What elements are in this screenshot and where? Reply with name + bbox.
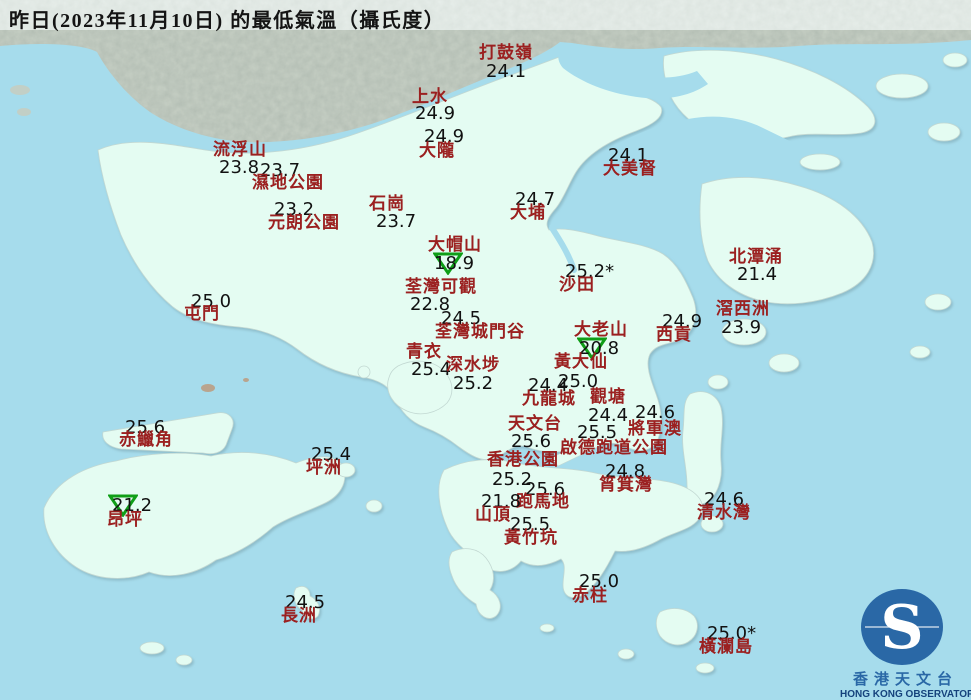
- hko-logo-name-zh: 香港天文台: [852, 672, 958, 688]
- station-name: 大隴: [419, 141, 455, 160]
- station-name: 大帽山: [428, 235, 482, 254]
- station-name: 濕地公園: [252, 173, 324, 192]
- hk-min-temp-map: 昨日(2023年11月10日) 的最低氣溫（攝氏度） 24.1 打鼓嶺 24.9 上水…: [0, 0, 971, 700]
- station-value: 23.9: [721, 317, 762, 338]
- station-value: 21.4: [737, 264, 778, 285]
- map-title: 昨日(2023年11月10日) 的最低氣溫（攝氏度）: [9, 10, 446, 32]
- station-name: 黃竹坑: [504, 528, 558, 547]
- station-name: 滘西洲: [716, 299, 770, 318]
- station-name: 大美督: [603, 159, 657, 178]
- station-value: 24.9: [415, 103, 456, 124]
- station-value: 23.7: [376, 211, 417, 232]
- station-name: 將軍澳: [628, 419, 682, 438]
- station-name: 昂坪: [107, 510, 143, 529]
- station-name: 荃灣可觀: [405, 277, 477, 296]
- station-value: 25.6: [511, 431, 552, 452]
- station-name: 天文台: [508, 414, 562, 433]
- station-name: 屯門: [184, 304, 220, 323]
- station-name: 青衣: [406, 342, 442, 361]
- station-name: 赤鱲角: [119, 430, 173, 449]
- station-name: 香港公園: [487, 450, 559, 469]
- station-name: 大老山: [574, 320, 628, 339]
- hko-logo-icon: S: [860, 589, 943, 665]
- station-value: 18.9: [434, 253, 475, 274]
- station-name: 西貢: [656, 325, 692, 344]
- station-name: 清水灣: [697, 503, 751, 522]
- station-name: 赤柱: [572, 586, 608, 605]
- station-name: 啟德跑道公園: [560, 438, 668, 457]
- hko-logo-name-en: HONG KONG OBSERVATORY: [840, 689, 971, 700]
- station-name: 筲箕灣: [599, 475, 653, 494]
- station-name: 九龍城: [522, 389, 576, 408]
- station-name: 元朗公園: [268, 213, 340, 232]
- station-name: 北潭涌: [729, 247, 783, 266]
- station-name: 橫瀾島: [699, 637, 753, 656]
- station-name: 深水埗: [446, 355, 500, 374]
- station-name: 大埔: [510, 203, 546, 222]
- station-name: 打鼓嶺: [479, 43, 533, 62]
- station-name: 黃大仙: [554, 352, 608, 371]
- station-name: 上水: [412, 87, 448, 106]
- station-name: 流浮山: [213, 140, 267, 159]
- station-layer: 24.1 打鼓嶺 24.9 上水 24.9 大隴 24.1 大美督 23.8 流浮山 23.7 濕地公…: [0, 0, 971, 700]
- station-name: 觀塘: [590, 387, 626, 406]
- svg-text:S: S: [880, 593, 923, 663]
- station-value: 25.2: [453, 373, 494, 394]
- station-value: 24.1: [486, 61, 527, 82]
- station-name: 沙田: [559, 275, 595, 294]
- hko-logo: S 香港天文台 HONG KONG OBSERVATORY: [840, 580, 971, 700]
- station-name: 長洲: [281, 606, 317, 625]
- station-name: 跑馬地: [516, 492, 570, 511]
- station-name: 山頂: [475, 505, 511, 524]
- station-name: 石崗: [369, 194, 405, 213]
- station-name: 坪洲: [306, 458, 342, 477]
- station-name: 荃灣城門谷: [435, 322, 525, 341]
